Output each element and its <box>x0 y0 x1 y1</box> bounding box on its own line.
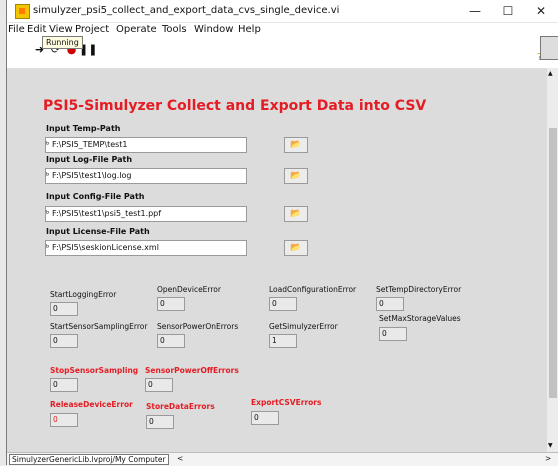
scroll-up-icon[interactable]: ▲ <box>548 70 553 77</box>
path-icon: ᵇ <box>46 243 50 252</box>
menu-edit[interactable]: Edit <box>27 24 46 35</box>
running-status-badge: Running <box>42 36 83 49</box>
set-max-storage-values-label: SetMaxStorageValues <box>379 314 461 323</box>
labview-window: simulyzer_psi5_collect_and_export_data_c… <box>6 0 558 466</box>
page-title: PSI5-Simulyzer Collect and Export Data i… <box>43 98 427 114</box>
license-path-label: Input License-File Path <box>46 227 150 236</box>
start-sensor-sampling-error-label: StartSensorSamplingError <box>50 322 148 331</box>
export-csv-errors-value: 0 <box>251 411 279 425</box>
scroll-right-icon[interactable]: > <box>545 454 551 463</box>
browse-folder-icon[interactable]: 📂 <box>284 137 308 153</box>
sensor-power-off-errors-value: 0 <box>145 378 173 392</box>
store-data-errors-label: StoreDataErrors <box>146 402 215 411</box>
export-csv-errors-label: ExportCSVErrors <box>251 398 322 407</box>
temp-path-label: Input Temp-Path <box>46 124 121 133</box>
start-logging-error-value: 0 <box>50 302 78 316</box>
menu-bar: File Edit View Project Operate Tools Win… <box>7 22 558 38</box>
log-path-input[interactable]: ᵇ F:\PSI5\test1\log.log <box>45 168 247 184</box>
menu-window[interactable]: Window <box>194 24 233 35</box>
sensor-power-on-errors-value: 0 <box>157 334 185 348</box>
maximize-button[interactable]: ☐ <box>495 2 521 20</box>
title-bar: simulyzer_psi5_collect_and_export_data_c… <box>7 0 558 23</box>
menu-file[interactable]: File <box>8 24 25 35</box>
menu-view[interactable]: View <box>49 24 73 35</box>
stop-sensor-sampling-label: StopSensorSampling <box>50 366 139 375</box>
scroll-down-icon[interactable]: ▼ <box>548 442 553 449</box>
get-simulyzer-error-value: 1 <box>269 334 297 348</box>
menu-operate[interactable]: Operate <box>116 24 157 35</box>
set-max-storage-values-value: 0 <box>379 327 407 341</box>
path-icon: ᵇ <box>46 140 50 149</box>
stop-sensor-sampling-value: 0 <box>50 378 78 392</box>
close-button[interactable]: ✕ <box>528 2 554 20</box>
log-path-label: Input Log-File Path <box>46 155 133 164</box>
store-data-errors-value: 0 <box>146 415 174 429</box>
toolbar: ➜ ⟳ ● ❚❚ <box>7 38 558 68</box>
config-path-label: Input Config-File Path <box>46 192 145 201</box>
sensor-power-on-errors-label: SensorPowerOnErrors <box>157 322 239 331</box>
start-sensor-sampling-error-value: 0 <box>50 334 78 348</box>
menu-project[interactable]: Project <box>75 24 109 35</box>
open-device-error-label: OpenDeviceError <box>157 285 221 294</box>
open-device-error-value: 0 <box>157 297 185 311</box>
scroll-left-icon[interactable]: < <box>177 454 183 463</box>
app-icon <box>15 4 30 19</box>
browse-folder-icon[interactable]: 📂 <box>284 240 308 256</box>
menu-tools[interactable]: Tools <box>162 24 187 35</box>
sensor-power-off-errors-label: SensorPowerOffErrors <box>145 366 239 375</box>
set-temp-directory-error-value: 0 <box>376 297 404 311</box>
browse-folder-icon[interactable]: 📂 <box>284 168 308 184</box>
config-path-input[interactable]: ᵇ F:\PSI5\test1\psi5_test1.ppf <box>45 206 247 222</box>
window-title: simulyzer_psi5_collect_and_export_data_c… <box>33 5 340 16</box>
set-temp-directory-error-label: SetTempDirectoryError <box>376 285 462 294</box>
minimize-button[interactable]: — <box>462 2 488 20</box>
release-device-error-label: ReleaseDeviceError <box>50 400 133 409</box>
browse-folder-icon[interactable]: 📂 <box>284 206 308 222</box>
load-configuration-error-value: 0 <box>269 297 297 311</box>
temp-path-input[interactable]: ᵇ F:\PSI5_TEMP\test1 <box>45 137 247 153</box>
path-icon: ᵇ <box>46 171 50 180</box>
path-icon: ᵇ <box>46 209 50 218</box>
load-configuration-error-label: LoadConfigurationError <box>269 285 357 294</box>
release-device-error-value: 0 <box>50 413 78 427</box>
license-path-input[interactable]: ᵇ F:\PSI5\seskionLicense.xml <box>45 240 247 256</box>
menu-help[interactable]: Help <box>238 24 261 35</box>
get-simulyzer-error-label: GetSimulyzerError <box>269 322 338 331</box>
project-context[interactable]: SimulyzerGenericLib.lvproj/My Computer <box>9 454 169 465</box>
scroll-thumb[interactable] <box>549 128 557 398</box>
status-bar: SimulyzerGenericLib.lvproj/My Computer <… <box>7 452 558 466</box>
vi-icon <box>540 36 558 60</box>
start-logging-error-label: StartLoggingError <box>50 290 117 299</box>
